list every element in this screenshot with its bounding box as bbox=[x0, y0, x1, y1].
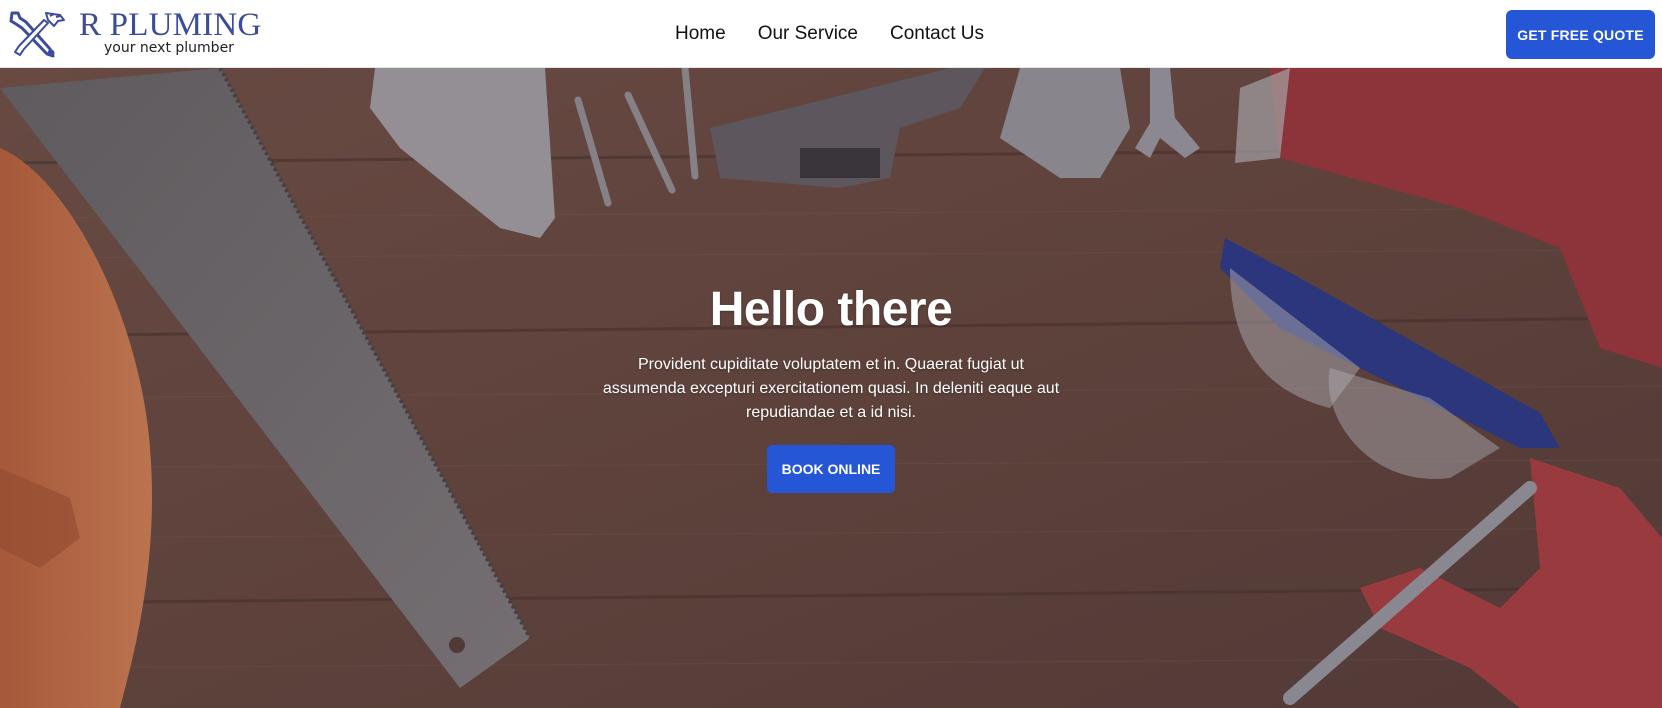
hero-content: Hello there Provident cupiditate volupta… bbox=[581, 282, 1081, 493]
book-online-button[interactable]: BOOK ONLINE bbox=[767, 445, 895, 493]
nav-item-our-service[interactable]: Our Service bbox=[758, 22, 858, 48]
brand-name: R PLUMING bbox=[79, 7, 262, 43]
logo-link[interactable]: R PLUMING your next plumber bbox=[6, 7, 266, 59]
nav-item-contact-us[interactable]: Contact Us bbox=[890, 22, 984, 48]
crossed-hammer-wrench-icon bbox=[9, 11, 65, 58]
nav-item-home[interactable]: Home bbox=[675, 22, 726, 48]
get-free-quote-button[interactable]: GET FREE QUOTE bbox=[1506, 10, 1655, 59]
navbar: R PLUMING your next plumber Home Our Ser… bbox=[0, 0, 1662, 68]
hero-section: Hello there Provident cupiditate volupta… bbox=[0, 68, 1662, 708]
hero-title: Hello there bbox=[709, 283, 953, 336]
main-nav: Home Our Service Contact Us bbox=[675, 22, 984, 48]
brand-tagline: your next plumber bbox=[104, 40, 234, 56]
hero-description: Provident cupiditate voluptatem et in. Q… bbox=[602, 356, 1060, 421]
